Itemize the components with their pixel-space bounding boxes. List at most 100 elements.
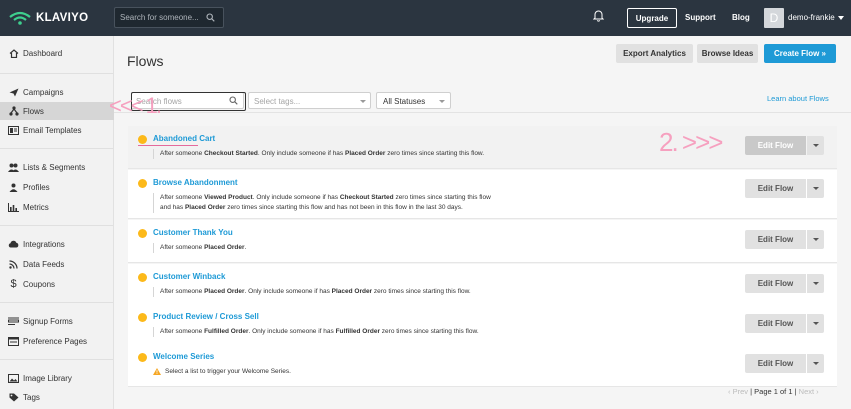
edit-flow-button[interactable]: Edit Flow [745,136,806,155]
sidebar-item-integrations[interactable]: Integrations [0,235,114,253]
flow-name-link[interactable]: Welcome Series [153,352,214,361]
edit-flow-button[interactable]: Edit Flow [745,274,806,293]
sidebar-item-image-library[interactable]: Image Library [0,369,114,387]
sidebar-item-label: Campaigns [23,87,64,97]
edit-flow-group[interactable]: Edit Flow [745,274,824,293]
sidebar-item-label: Email Templates [23,125,82,135]
edit-flow-button[interactable]: Edit Flow [745,230,806,249]
flow-name-link[interactable]: Abandoned Cart [153,134,215,143]
edit-flow-group[interactable]: Edit Flow [745,230,824,249]
flow-row-welcome-series[interactable]: Welcome Series Select a list to trigger … [128,344,837,387]
dollar-icon: $ [10,278,17,290]
sidebar-item-dashboard[interactable]: Dashboard [0,44,114,62]
status-dot [138,229,147,238]
edit-flow-dropdown[interactable] [807,179,824,198]
sidebar-item-campaigns[interactable]: Campaigns [0,83,114,101]
person-icon [8,182,19,192]
browse-ideas-button[interactable]: Browse Ideas [697,44,758,63]
sidebar-item-profiles[interactable]: Profiles [0,178,114,196]
image-icon [8,373,19,383]
sidebar-item-preference-pages[interactable]: Preference Pages [0,332,114,350]
edit-flow-button[interactable]: Edit Flow [745,354,806,373]
top-bar: KLAVIYO Search for someone... Upgrade Su… [0,0,851,36]
sidebar-item-label: Dashboard [23,48,63,58]
flow-name-link[interactable]: Customer Winback [153,272,225,281]
divider [0,359,113,360]
edit-flow-dropdown[interactable] [807,274,824,293]
sidebar-item-label: Lists & Segments [23,162,86,172]
edit-flow-group[interactable]: Edit Flow [745,314,824,333]
status-dot [138,273,147,282]
flow-name-link[interactable]: Customer Thank You [153,228,233,237]
flow-row-abandoned-cart[interactable]: Abandoned Cart After someone Checkout St… [128,126,837,169]
brand-name: KLAVIYO [36,12,89,24]
tag-icon [8,392,19,402]
edit-flow-group[interactable]: Edit Flow [745,136,824,155]
sidebar-item-data-feeds[interactable]: Data Feeds [0,255,114,273]
annotation-underline [138,145,198,146]
learn-about-flows-link[interactable]: Learn about Flows [767,94,829,103]
next-page-link[interactable]: Next › [799,387,819,396]
user-name[interactable]: demo-frankie [788,13,835,22]
status-dot [138,135,147,144]
upgrade-button[interactable]: Upgrade [627,8,677,28]
create-flow-button[interactable]: Create Flow » [764,44,836,63]
edit-flow-group[interactable]: Edit Flow [745,179,824,198]
divider [0,302,113,303]
sidebar-item-label: Profiles [23,182,50,192]
sidebar-item-flows[interactable]: Flows [0,102,114,120]
edit-flow-group[interactable]: Edit Flow [745,354,824,373]
sidebar-item-metrics[interactable]: Metrics [0,198,114,216]
wifi-logo-icon [9,11,31,25]
warning-text: Select a list to trigger your Welcome Se… [165,368,291,375]
status-dot [138,179,147,188]
pager-separator: | [750,387,753,396]
prev-page-link[interactable]: ‹ Prev [728,387,748,396]
sidebar-item-label: Signup Forms [23,316,73,326]
flow-description: After someone Fulfilled Order. Only incl… [153,327,479,337]
sidebar-item-label: Flows [23,106,44,116]
template-icon [8,125,19,135]
chevron-down-icon [813,144,819,147]
status-select[interactable]: All Statuses [376,92,451,109]
flow-description: After someone Placed Order. Only include… [153,287,471,297]
flow-row-product-review-cross-sell[interactable]: Product Review / Cross Sell After someon… [128,304,837,347]
flow-name-link[interactable]: Product Review / Cross Sell [153,312,259,321]
flow-row-customer-winback[interactable]: Customer Winback After someone Placed Or… [128,264,837,307]
export-analytics-button[interactable]: Export Analytics [616,44,693,63]
flow-name-link[interactable]: Browse Abandonment [153,178,238,187]
edit-flow-dropdown[interactable] [807,230,824,249]
sidebar-item-coupons[interactable]: $ Coupons [0,275,114,293]
sidebar-item-email-templates[interactable]: Email Templates [0,121,114,139]
flows-icon [8,106,19,116]
sidebar-item-signup-forms[interactable]: Signup Forms [0,312,114,330]
edit-flow-button[interactable]: Edit Flow [745,179,806,198]
bell-icon[interactable] [593,9,604,22]
divider [0,225,113,226]
blog-link[interactable]: Blog [732,13,750,22]
edit-flow-dropdown[interactable] [807,354,824,373]
status-dot [138,313,147,322]
page-icon [8,336,19,346]
avatar[interactable]: D [764,8,784,28]
edit-flow-button[interactable]: Edit Flow [745,314,806,333]
sidebar-item-tags[interactable]: Tags [0,388,114,406]
rss-icon [8,259,19,269]
search-input[interactable]: Search for someone... [114,7,224,28]
edit-flow-dropdown[interactable] [807,136,824,155]
sidebar-item-lists-segments[interactable]: Lists & Segments [0,158,114,176]
klaviyo-logo[interactable]: KLAVIYO [9,10,88,26]
flow-row-browse-abandonment[interactable]: Browse Abandonment After someone Viewed … [128,170,837,219]
flow-row-customer-thank-you[interactable]: Customer Thank You After someone Placed … [128,220,837,263]
warning-icon [153,367,161,375]
sidebar-item-label: Metrics [23,202,49,212]
pagination: ‹ Prev | Page 1 of 1 | Next › [728,387,819,396]
sidebar-item-label: Tags [23,392,40,402]
chevron-down-icon [813,362,819,365]
chevron-down-icon[interactable] [838,16,844,20]
divider [0,148,113,149]
chevron-down-icon [813,187,819,190]
support-link[interactable]: Support [685,13,716,22]
edit-flow-dropdown[interactable] [807,314,824,333]
tags-select[interactable]: Select tags... [248,92,371,109]
